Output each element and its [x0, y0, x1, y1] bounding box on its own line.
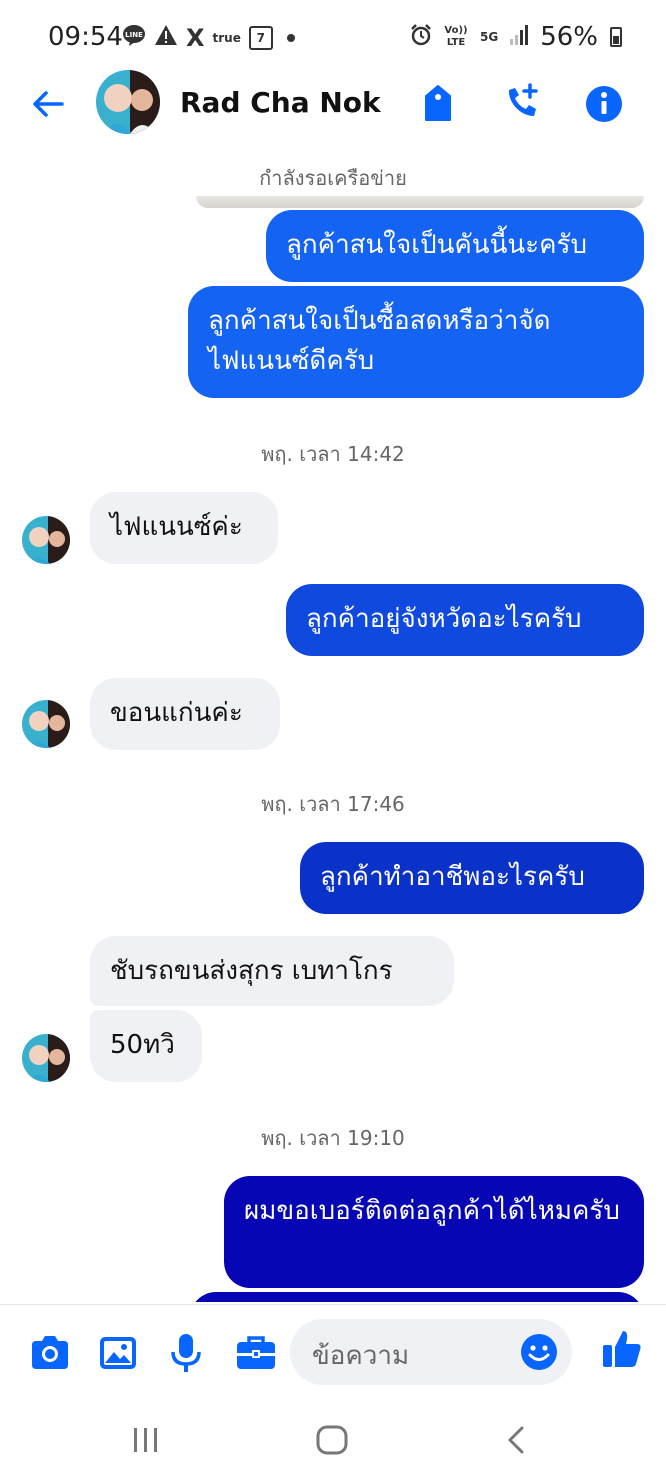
message-bubble-outgoing[interactable]: ลูกค้าสนใจเป็นซื้อสดหรือว่าจัดไฟแนนซ์ดีค… — [188, 286, 644, 398]
notification-icons: LINE X true 7 — [122, 24, 295, 51]
message-bubble-outgoing[interactable]: ลูกค้าทำอาชีพอะไรครับ — [300, 842, 644, 914]
emoji-icon[interactable] — [518, 1331, 560, 1373]
sender-avatar[interactable] — [22, 516, 70, 564]
line-icon: LINE — [122, 24, 146, 51]
alarm-icon — [410, 24, 432, 50]
back-arrow-icon[interactable] — [28, 84, 68, 124]
message-bubble-outgoing[interactable]: ลูกค้าสนใจเป็นคันนี้นะครับ — [266, 210, 644, 282]
thumbs-up-icon[interactable] — [600, 1327, 644, 1371]
status-time: 09:54 — [48, 22, 123, 52]
tag-icon[interactable] — [416, 82, 460, 126]
truemove-icon: true — [212, 30, 241, 45]
image-attachment[interactable] — [196, 196, 644, 208]
message-bubble-incoming[interactable]: 50ทวิ — [90, 1010, 202, 1082]
sender-avatar[interactable] — [22, 700, 70, 748]
battery-icon — [610, 27, 622, 47]
briefcase-icon[interactable] — [234, 1331, 278, 1375]
message-input[interactable]: ข้อความ — [290, 1319, 572, 1385]
message-bubble-incoming[interactable]: ขอนแก่นค่ะ — [90, 678, 280, 750]
image-icon[interactable] — [96, 1331, 140, 1375]
timestamp-separator: พฤ. เวลา 17:46 — [261, 792, 405, 816]
warning-icon — [154, 24, 178, 51]
home-icon[interactable] — [312, 1424, 352, 1458]
timestamp-separator: พฤ. เวลา 19:10 — [261, 1126, 405, 1150]
message-list[interactable]: กำลังรอเครือข่าย ลูกค้าสนใจเป็นคันนี้นะค… — [0, 150, 666, 1302]
sender-avatar[interactable] — [22, 1034, 70, 1082]
message-placeholder: ข้อความ — [312, 1341, 410, 1371]
network-5g-icon: 5G — [480, 30, 499, 44]
message-bubble-outgoing-partial[interactable] — [190, 1292, 644, 1302]
more-notifications-dot — [286, 33, 295, 42]
camera-icon[interactable] — [28, 1331, 72, 1375]
system-nav-bar — [0, 1400, 666, 1480]
x-icon: X — [186, 23, 205, 52]
back-icon[interactable] — [498, 1424, 538, 1458]
message-bubble-outgoing[interactable]: ผมขอเบอร์ติดต่อลูกค้าได้ไหมครับ — [224, 1176, 644, 1288]
message-bubble-outgoing[interactable]: ลูกค้าอยู่จังหวัดอะไรครับ — [286, 584, 644, 656]
network-status: กำลังรอเครือข่าย — [259, 166, 407, 190]
microphone-icon[interactable] — [164, 1331, 208, 1375]
recents-icon[interactable] — [126, 1424, 166, 1458]
add-call-icon[interactable] — [500, 82, 544, 126]
battery-percent: 56% — [540, 22, 598, 52]
message-bubble-incoming[interactable]: ไฟแนนซ์ค่ะ — [90, 492, 278, 564]
svg-text:LINE: LINE — [125, 31, 143, 39]
message-composer: ข้อความ — [0, 1304, 666, 1401]
message-bubble-incoming[interactable]: ชับรถขนส่งสุกร เบทาโกร — [90, 936, 454, 1006]
volte-icon: Vo)) LTE — [444, 25, 468, 48]
contact-name[interactable]: Rad Cha Nok — [180, 86, 381, 119]
system-icons: Vo)) LTE 5G 56% — [410, 22, 622, 52]
contact-avatar[interactable] — [96, 70, 160, 134]
signal-icon — [510, 25, 529, 49]
seven-eleven-icon: 7 — [248, 25, 273, 50]
timestamp-separator: พฤ. เวลา 14:42 — [261, 442, 405, 466]
conversation-header: Rad Cha Nok — [0, 70, 666, 140]
info-icon[interactable] — [582, 82, 626, 126]
status-bar: 09:54 LINE X true 7 Vo)) LTE 5G 56% — [0, 0, 666, 76]
